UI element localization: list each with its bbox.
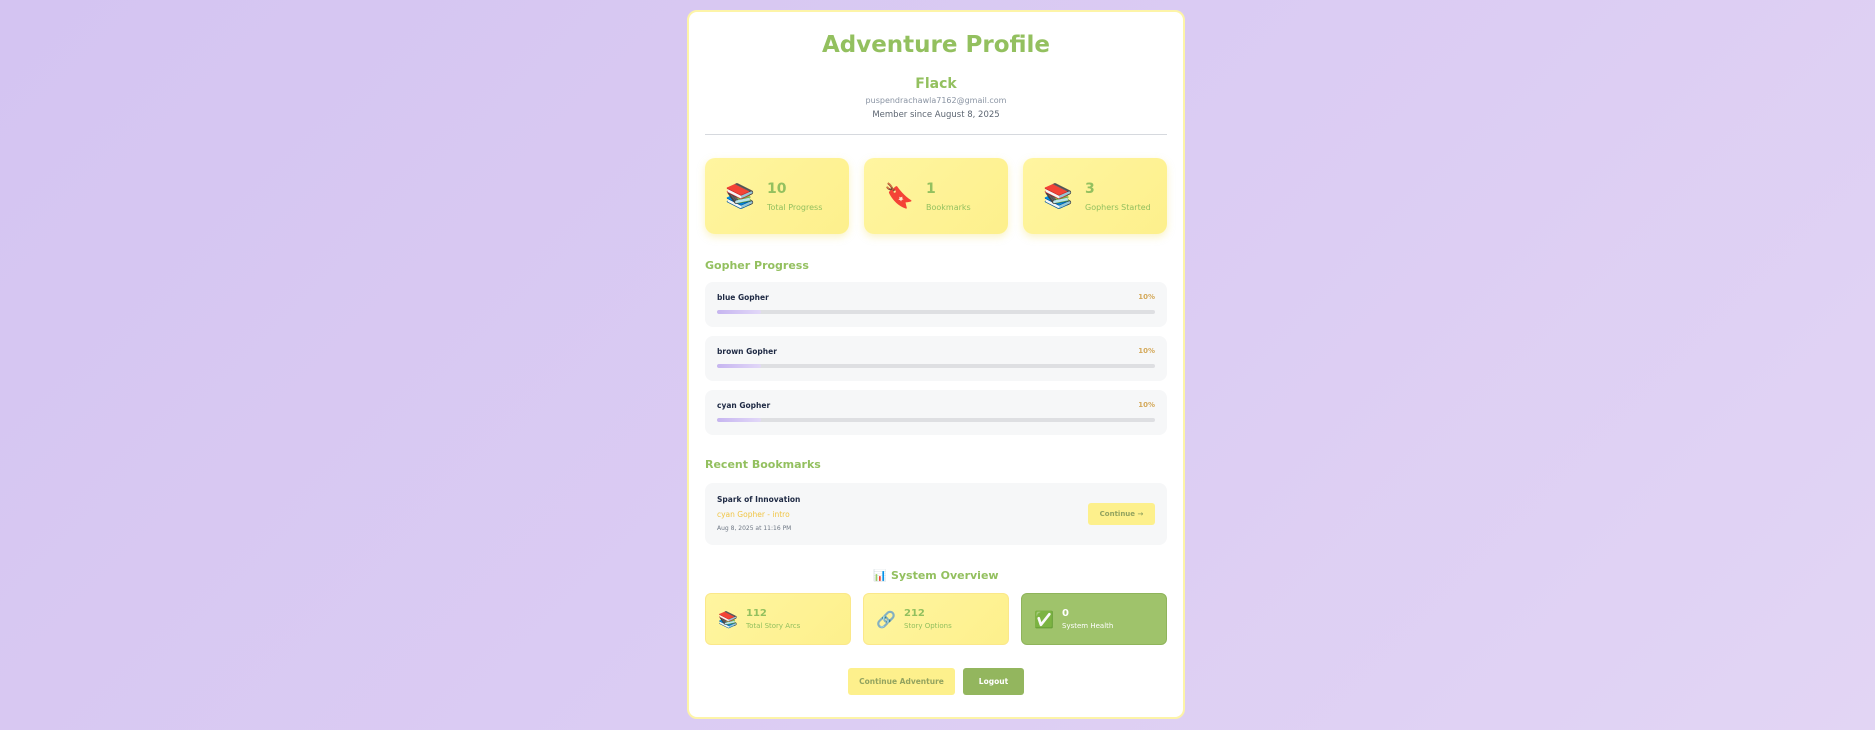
actions-row: Continue Adventure Logout: [705, 668, 1167, 695]
gopher-progress-heading: Gopher Progress: [705, 259, 809, 272]
stat-label: Total Progress: [767, 202, 823, 212]
system-card-story-arcs: 📚 112 Total Story Arcs: [705, 593, 851, 645]
progress-fill: [717, 364, 761, 368]
progress-fill: [717, 310, 761, 314]
stat-card-bookmarks: 🔖 1 Bookmarks: [864, 158, 1008, 234]
system-label: Total Story Arcs: [746, 622, 801, 630]
progress-bar: [717, 418, 1155, 422]
progress-name: blue Gopher: [717, 293, 769, 302]
progress-item-blue: blue Gopher 10%: [705, 282, 1167, 327]
member-since: Member since August 8, 2025: [872, 110, 1000, 120]
stats-row: 📚 10 Total Progress 🔖 1 Bookmarks 📚 3 Go…: [705, 158, 1167, 234]
system-value: 112: [746, 608, 767, 619]
stat-value: 1: [926, 180, 936, 197]
username: Flack: [915, 76, 957, 92]
divider: [705, 134, 1167, 135]
stat-card-total-progress: 📚 10 Total Progress: [705, 158, 849, 234]
books-icon: 📚: [725, 182, 755, 210]
books-icon: 📚: [718, 609, 738, 629]
bookmark-item: Spark of Innovation cyan Gopher - intro …: [705, 483, 1167, 545]
progress-name: brown Gopher: [717, 347, 777, 356]
page-title: Adventure Profile: [821, 32, 1051, 58]
progress-percent: 10%: [1138, 293, 1155, 301]
system-label: System Health: [1062, 622, 1114, 630]
bookmark-icon: 🔖: [884, 182, 914, 210]
profile-card: Adventure Profile Flack puspendrachawla7…: [687, 10, 1185, 719]
link-icon: 🔗: [876, 609, 896, 629]
system-value: 0: [1062, 608, 1069, 619]
progress-name: cyan Gopher: [717, 401, 771, 410]
recent-bookmarks-heading: Recent Bookmarks: [705, 458, 821, 471]
logout-button[interactable]: Logout: [963, 668, 1024, 695]
progress-bar: [717, 364, 1155, 368]
progress-bar: [717, 310, 1155, 314]
progress-percent: 10%: [1138, 401, 1155, 409]
continue-adventure-button[interactable]: Continue Adventure: [848, 668, 955, 695]
progress-percent: 10%: [1138, 347, 1155, 355]
progress-item-cyan: cyan Gopher 10%: [705, 390, 1167, 435]
progress-fill: [717, 418, 761, 422]
stat-label: Gophers Started: [1085, 202, 1151, 212]
system-overview-row: 📚 112 Total Story Arcs 🔗 212 Story Optio…: [705, 593, 1167, 645]
user-email: puspendrachawla7162@gmail.com: [865, 96, 1007, 105]
check-icon: ✅: [1034, 609, 1054, 629]
system-value: 212: [904, 608, 925, 619]
progress-item-brown: brown Gopher 10%: [705, 336, 1167, 381]
system-overview-heading: 📊 System Overview: [873, 569, 999, 582]
system-label: Story Options: [904, 622, 952, 630]
stat-value: 3: [1085, 180, 1095, 197]
stat-label: Bookmarks: [926, 202, 971, 212]
stat-card-gophers-started: 📚 3 Gophers Started: [1023, 158, 1167, 234]
bookmark-date: Aug 8, 2025 at 11:16 PM: [717, 525, 792, 532]
continue-bookmark-button[interactable]: Continue →: [1088, 503, 1155, 525]
system-card-story-options: 🔗 212 Story Options: [863, 593, 1009, 645]
system-card-health: ✅ 0 System Health: [1021, 593, 1167, 645]
stat-value: 10: [767, 180, 787, 197]
books-icon: 📚: [1043, 182, 1073, 210]
